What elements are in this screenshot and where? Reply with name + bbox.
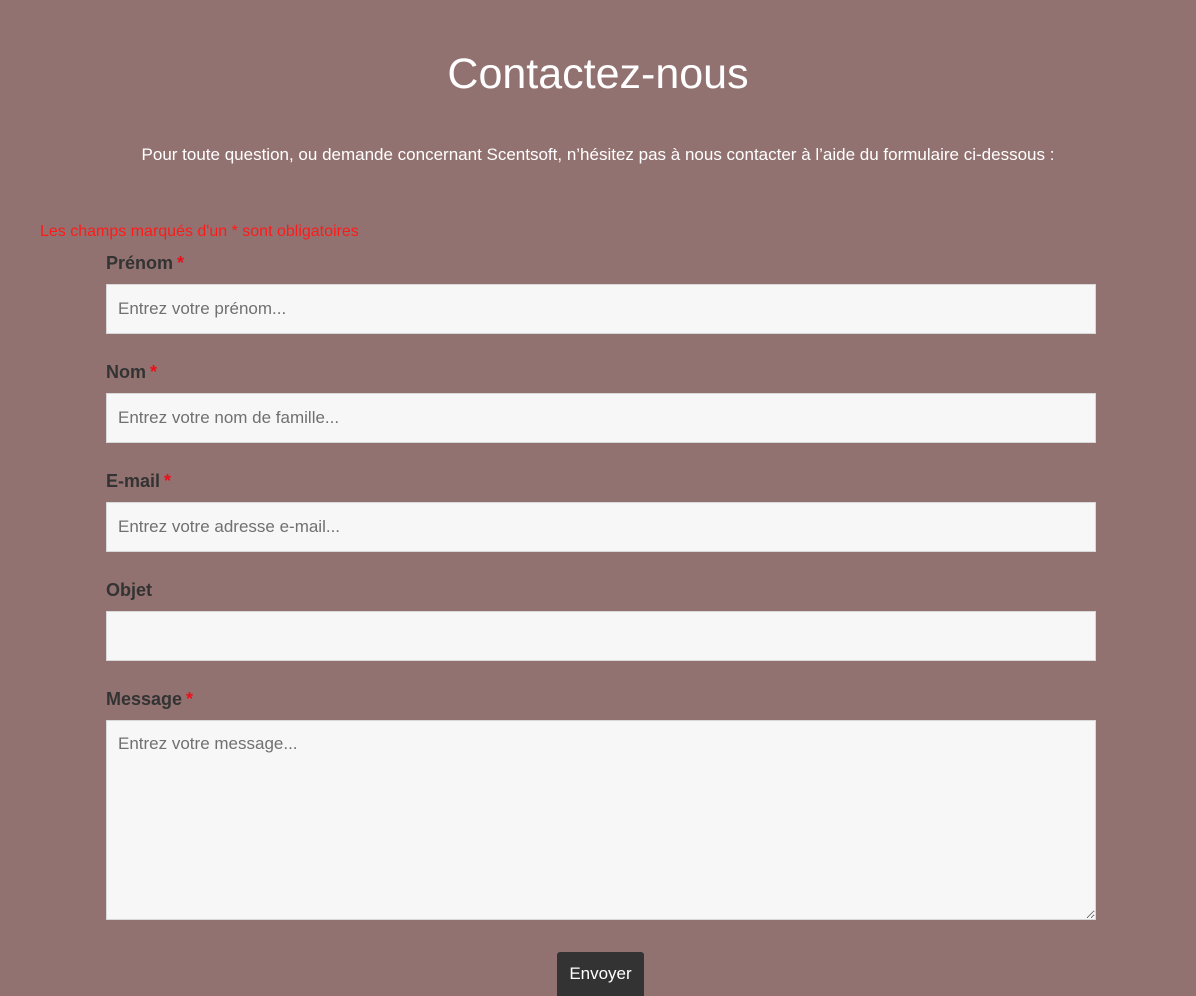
lastname-label: Nom * bbox=[106, 360, 157, 384]
firstname-required-marker: * bbox=[177, 253, 185, 273]
message-textarea[interactable] bbox=[106, 720, 1096, 920]
subject-input[interactable] bbox=[106, 611, 1096, 661]
page-title: Contactez-nous bbox=[447, 50, 749, 98]
lastname-label-text: Nom bbox=[106, 362, 146, 382]
submit-button[interactable]: Envoyer bbox=[557, 952, 644, 996]
email-label-text: E-mail bbox=[106, 471, 161, 491]
email-label: E-mail * bbox=[106, 469, 171, 493]
subject-label: Objet bbox=[106, 578, 152, 602]
message-required-marker: * bbox=[186, 689, 194, 709]
lastname-required-marker: * bbox=[150, 362, 158, 382]
firstname-label: Prénom * bbox=[106, 251, 184, 275]
firstname-label-text: Prénom bbox=[106, 253, 174, 273]
firstname-input[interactable] bbox=[106, 284, 1096, 334]
lastname-input[interactable] bbox=[106, 393, 1096, 443]
subject-label-text: Objet bbox=[106, 580, 153, 600]
message-label-text: Message bbox=[106, 689, 183, 709]
email-input[interactable] bbox=[106, 502, 1096, 552]
email-required-marker: * bbox=[164, 471, 172, 491]
message-label: Message * bbox=[106, 687, 193, 711]
intro-text: Pour toute question, ou demande concerna… bbox=[141, 145, 1055, 164]
required-fields-note: Les champs marqués d'un * sont obligatoi… bbox=[40, 223, 359, 240]
